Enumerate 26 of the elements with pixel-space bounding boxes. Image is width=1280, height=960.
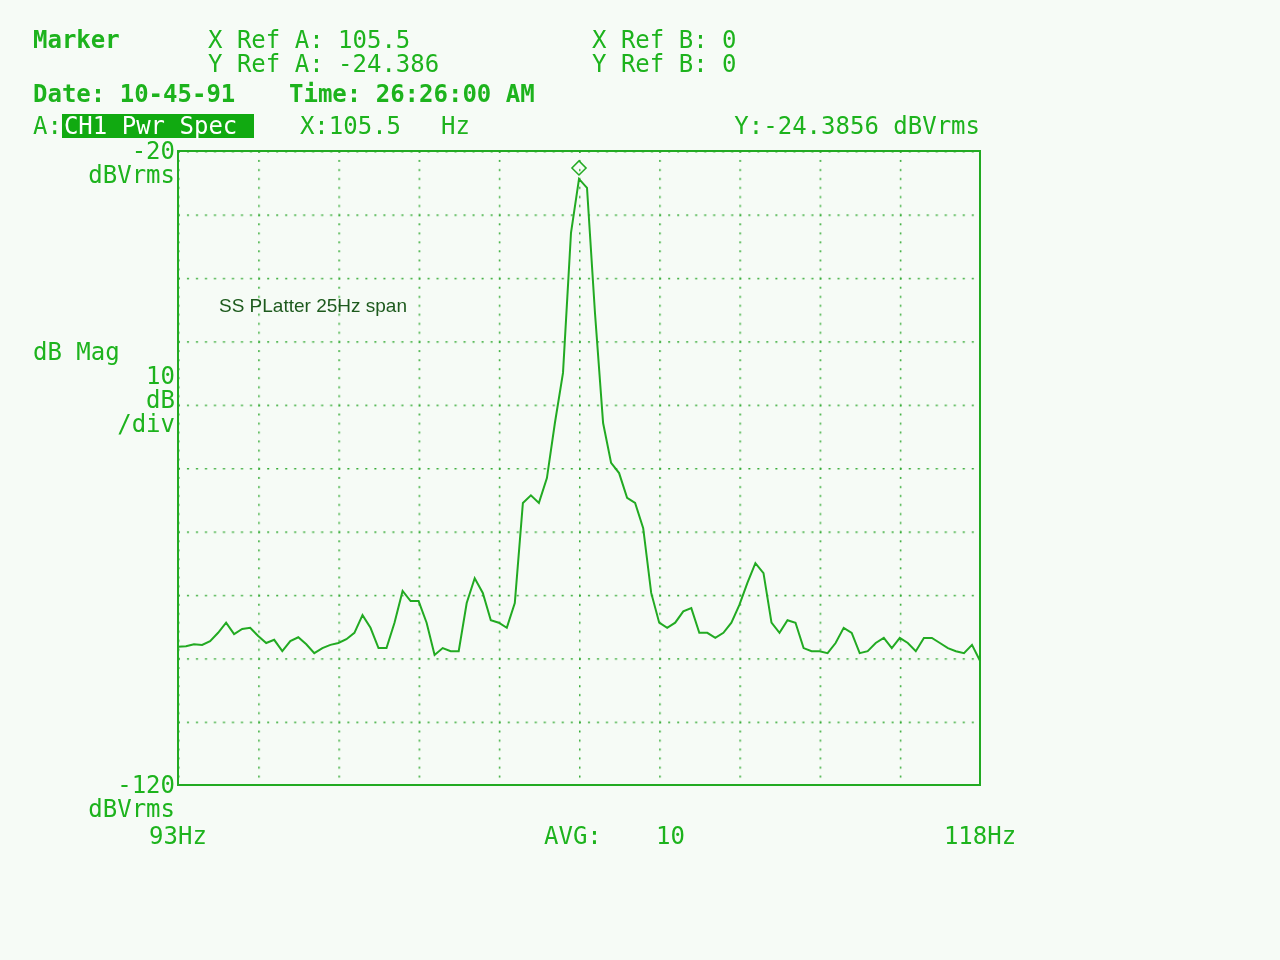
marker-x-readout: X:105.5 bbox=[299, 114, 402, 138]
scale-label: /div bbox=[117, 412, 175, 436]
x-tick-label: 118Hz bbox=[943, 822, 1017, 850]
date-readout: Date: 10-45-91 bbox=[33, 82, 237, 106]
x-tick-label: 93Hz bbox=[149, 822, 207, 850]
ref-readout: X Ref A: 105.5 bbox=[208, 28, 412, 52]
avg-label: AVG: bbox=[544, 822, 603, 850]
y-unit-label: dBVrms bbox=[88, 797, 175, 821]
time-readout: Time: 26:26:00 AM bbox=[289, 82, 535, 106]
scale-label: 10 bbox=[146, 364, 175, 388]
y-axis-label: dB Mag bbox=[33, 340, 120, 364]
ref-readout: Y Ref A: -24.386 bbox=[208, 52, 441, 76]
trace-channel: A: bbox=[33, 114, 62, 138]
y-unit-label: dBVrms bbox=[88, 163, 175, 187]
marker-title: Marker bbox=[33, 28, 121, 52]
ref-readout: Y Ref B: 0 bbox=[592, 52, 738, 76]
marker-diamond-icon bbox=[570, 159, 588, 177]
measurement-label: CH1 Pwr Spec bbox=[61, 114, 254, 138]
scale-label: dB bbox=[146, 388, 175, 412]
y-tick-label: -20 bbox=[131, 139, 175, 163]
marker-x-unit: Hz bbox=[441, 114, 470, 138]
ref-readout: X Ref B: 0 bbox=[592, 28, 738, 52]
y-tick-label: -120 bbox=[117, 773, 175, 797]
marker-y-readout: Y:-24.3856 dBVrms bbox=[734, 114, 980, 138]
plot-annotation: SS PLatter 25Hz span bbox=[219, 295, 407, 317]
avg-value: 10 bbox=[656, 822, 685, 850]
